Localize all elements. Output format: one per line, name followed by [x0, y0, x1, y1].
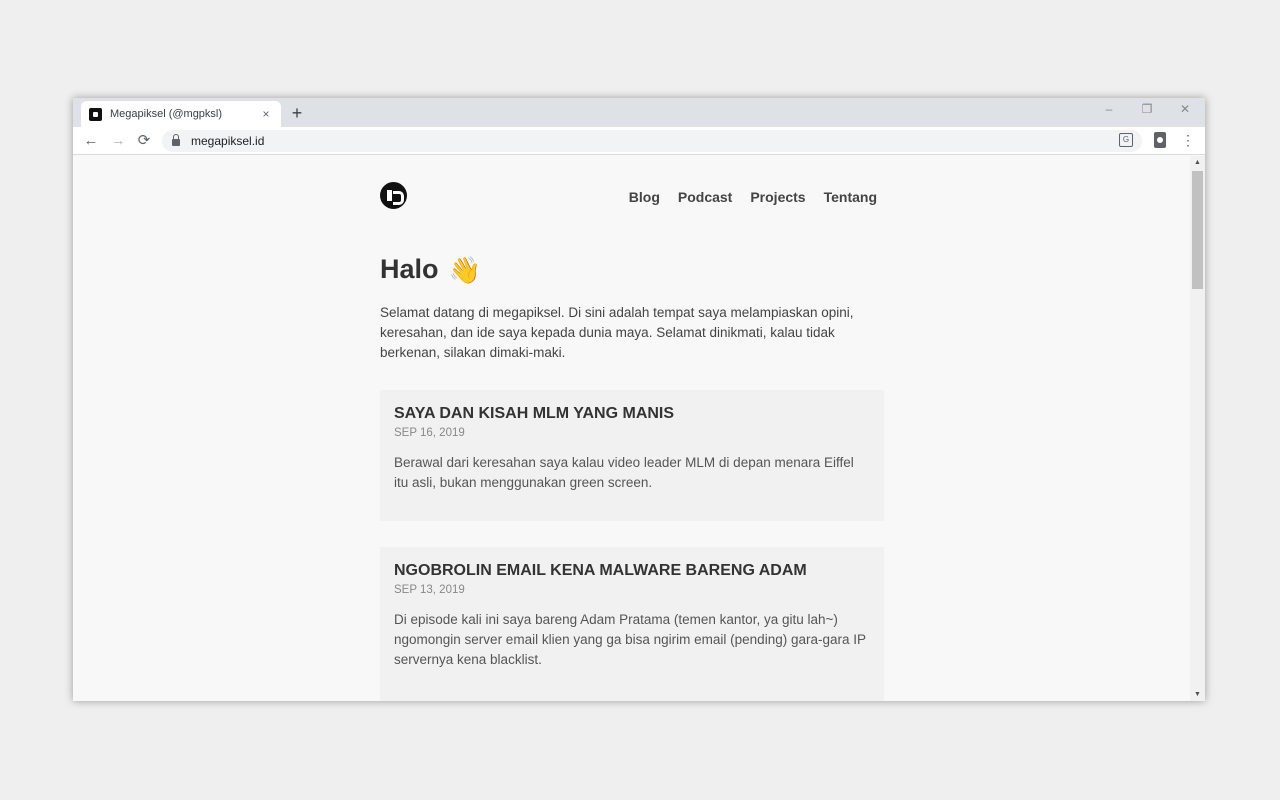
- browser-toolbar: ← → ⟳ megapiksel.id G ⋮: [73, 127, 1205, 155]
- waving-hand-icon: 👋: [448, 254, 481, 285]
- tab-title: Megapiksel (@mgpksl): [110, 108, 223, 120]
- post-excerpt: Berawal dari keresahan saya kalau video …: [394, 455, 854, 490]
- page-title: Halo 👋: [380, 254, 481, 285]
- translate-icon[interactable]: G: [1119, 133, 1133, 147]
- post-title[interactable]: SAYA DAN KISAH MLM YANG MANIS: [394, 404, 870, 424]
- address-bar[interactable]: megapiksel.id: [162, 130, 1142, 152]
- scroll-down-icon[interactable]: ▼: [1190, 688, 1205, 701]
- forward-icon[interactable]: →: [108, 131, 128, 151]
- browser-tab[interactable]: Megapiksel (@mgpksl) ×: [81, 101, 281, 127]
- close-window-icon[interactable]: ✕: [1177, 102, 1193, 116]
- post-excerpt: Di episode kali ini saya bareng Adam Pra…: [394, 612, 866, 667]
- minimize-icon[interactable]: –: [1101, 102, 1117, 116]
- site-logo[interactable]: [380, 182, 407, 209]
- nav-projects[interactable]: Projects: [750, 189, 805, 205]
- tab-strip: Megapiksel (@mgpksl) × + – ❐ ✕: [73, 98, 1205, 127]
- scroll-thumb[interactable]: [1192, 171, 1203, 289]
- back-icon[interactable]: ←: [81, 131, 101, 151]
- tab-close-icon[interactable]: ×: [259, 107, 273, 121]
- lock-icon: [172, 134, 180, 146]
- vertical-scrollbar[interactable]: ▲ ▼: [1190, 156, 1205, 701]
- site-nav: Blog Podcast Projects Tentang: [611, 189, 877, 205]
- clipboard-icon[interactable]: [1154, 132, 1166, 148]
- browser-window: Megapiksel (@mgpksl) × + – ❐ ✕ ← → ⟳ meg…: [73, 98, 1205, 701]
- post-date: SEP 13, 2019: [394, 584, 465, 596]
- reload-icon[interactable]: ⟳: [134, 131, 154, 151]
- post-title[interactable]: NGOBROLIN EMAIL KENA MALWARE BARENG ADAM: [394, 561, 870, 581]
- post-date: SEP 16, 2019: [394, 427, 465, 439]
- intro-text: Selamat datang di megapiksel. Di sini ad…: [380, 305, 854, 360]
- scroll-up-icon[interactable]: ▲: [1190, 156, 1205, 169]
- nav-podcast[interactable]: Podcast: [678, 189, 732, 205]
- browser-menu-icon[interactable]: ⋮: [1181, 132, 1195, 148]
- new-tab-button[interactable]: +: [287, 102, 307, 124]
- page-viewport: Blog Podcast Projects Tentang Halo 👋 Sel…: [73, 156, 1190, 701]
- post-card[interactable]: NGOBROLIN EMAIL KENA MALWARE BARENG ADAM…: [380, 547, 884, 701]
- post-card[interactable]: SAYA DAN KISAH MLM YANG MANIS SEP 16, 20…: [380, 390, 884, 521]
- nav-tentang[interactable]: Tentang: [824, 189, 877, 205]
- nav-blog[interactable]: Blog: [629, 189, 660, 205]
- site-favicon-icon: [89, 107, 102, 121]
- restore-icon[interactable]: ❐: [1139, 102, 1155, 116]
- greeting-text: Halo: [380, 254, 439, 284]
- url-text: megapiksel.id: [191, 134, 265, 148]
